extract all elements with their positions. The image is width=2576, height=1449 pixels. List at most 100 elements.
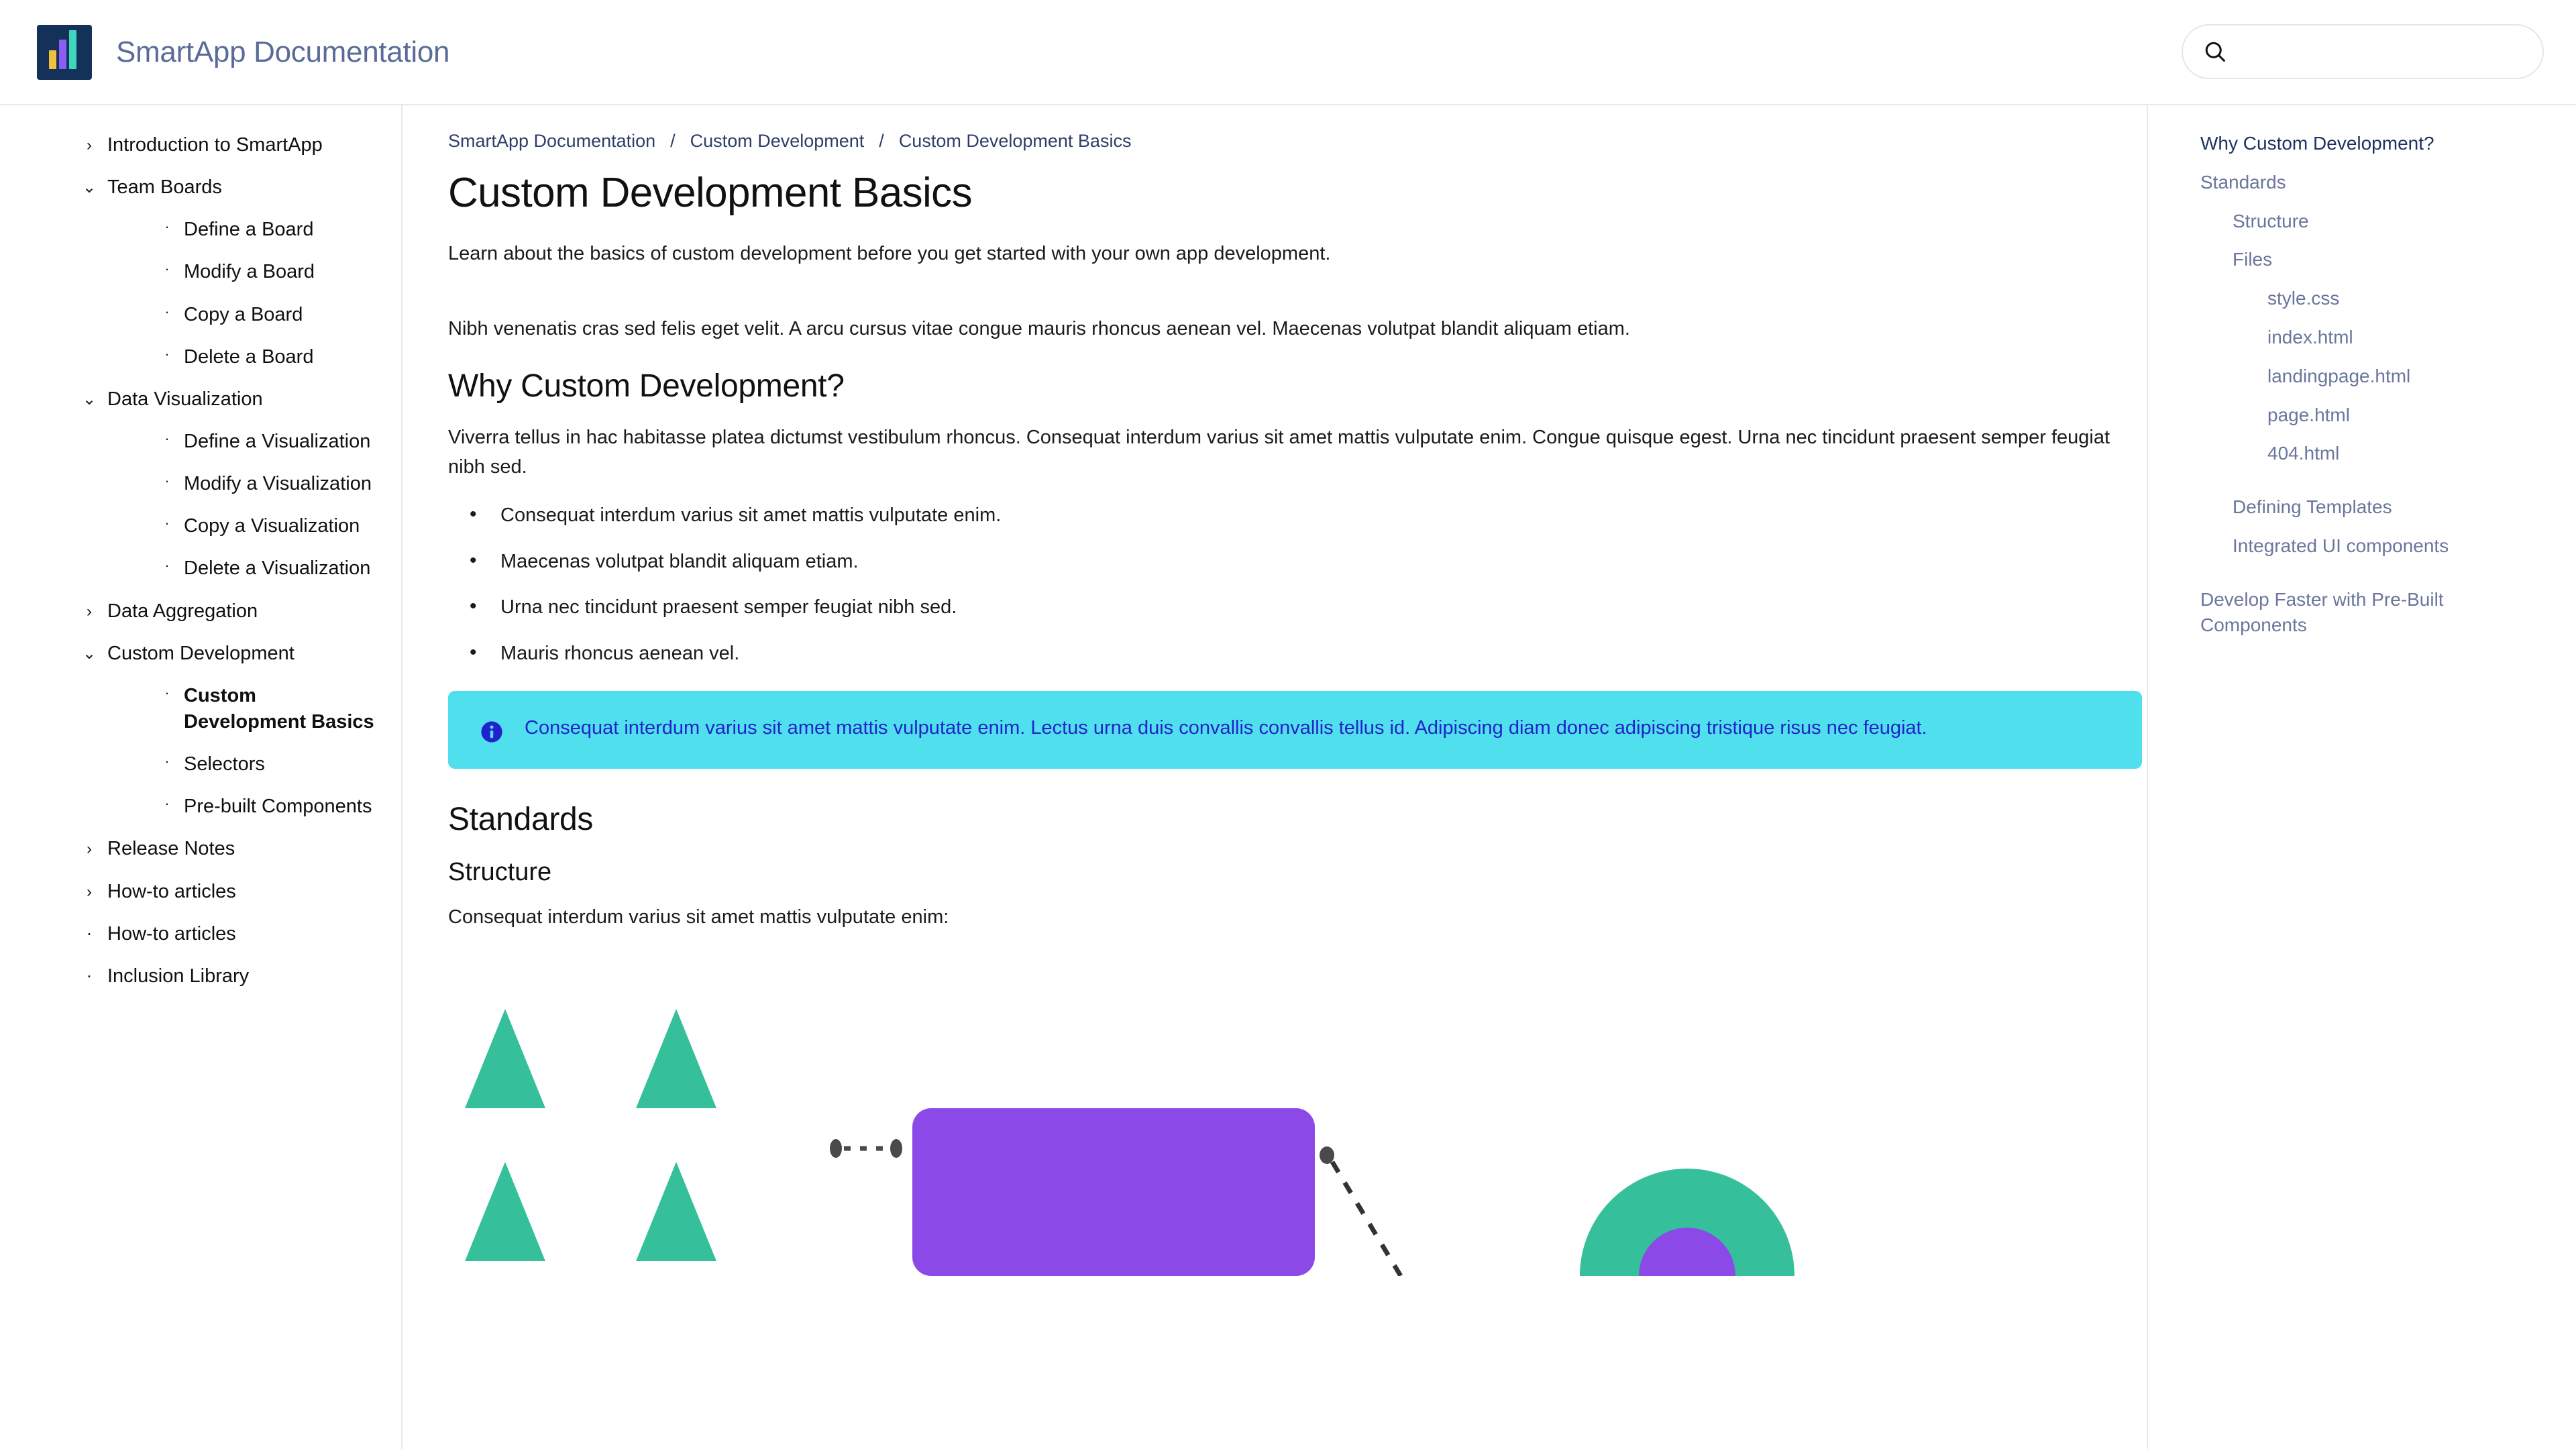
sidebar-item-inclusion-library[interactable]: · Inclusion Library bbox=[0, 955, 401, 998]
dot-icon: · bbox=[164, 429, 170, 447]
sidebar-item-data-aggregation[interactable]: › Data Aggregation bbox=[0, 590, 401, 633]
subsection-heading-structure: Structure bbox=[448, 858, 552, 887]
logo-bar-teal bbox=[69, 30, 76, 69]
sidebar-nav: › Introduction to SmartApp ⌄ Team Boards · De… bbox=[0, 105, 402, 1449]
sidebar-item-copy-a-board[interactable]: · Copy a Board bbox=[0, 294, 401, 336]
table-of-contents: Why Custom Development? Standards Structur… bbox=[2147, 105, 2576, 1449]
structure-diagram-svg bbox=[465, 1008, 1794, 1276]
chevron-down-icon: ⌄ bbox=[82, 644, 97, 663]
connector-endpoint bbox=[890, 1138, 902, 1158]
sidebar-item-pre-built-components[interactable]: · Pre-built Components bbox=[0, 786, 401, 828]
breadcrumb-item[interactable]: Custom Development Basics bbox=[899, 131, 1132, 152]
toc-item-page-html[interactable]: page.html bbox=[2200, 402, 2549, 428]
breadcrumb-separator: / bbox=[879, 131, 884, 151]
list-item: Maecenas volutpat blandit aliquam etiam. bbox=[448, 547, 2127, 576]
logo-bar-yellow bbox=[49, 50, 56, 69]
toc-item-defining-templates[interactable]: Defining Templates bbox=[2200, 494, 2549, 520]
toc-item-structure[interactable]: Structure bbox=[2200, 209, 2549, 234]
dot-icon: · bbox=[164, 795, 170, 812]
sidebar-item-label: Delete a Board bbox=[184, 345, 314, 368]
sidebar-item-label: Copy a Board bbox=[184, 303, 303, 325]
toc-item-develop-faster-with-pre-built-components[interactable]: Develop Faster with Pre-Built Components bbox=[2200, 587, 2549, 638]
info-callout: Consequat interdum varius sit amet matti… bbox=[448, 691, 2142, 769]
toc-item-landingpage-html[interactable]: landingpage.html bbox=[2200, 364, 2549, 389]
breadcrumb-item[interactable]: Custom Development bbox=[690, 131, 865, 152]
sidebar-item-selectors[interactable]: · Selectors bbox=[0, 743, 401, 786]
sidebar-item-label: Delete a Visualization bbox=[184, 557, 371, 580]
search-container[interactable] bbox=[2182, 24, 2544, 79]
dot-icon: · bbox=[164, 557, 170, 574]
dot-icon: · bbox=[164, 684, 170, 701]
sidebar-item-label: Introduction to SmartApp bbox=[107, 134, 323, 156]
dot-icon: · bbox=[164, 345, 170, 362]
intro-paragraph: Nibh venenatis cras sed felis eget velit… bbox=[448, 317, 1630, 339]
sidebar-item-label: Team Boards bbox=[107, 176, 222, 199]
list-item: Consequat interdum varius sit amet matti… bbox=[448, 500, 2127, 529]
sidebar-item-label: Modify a Visualization bbox=[184, 473, 372, 495]
toc-spacer bbox=[2200, 480, 2549, 494]
sidebar-item-release-notes[interactable]: › Release Notes bbox=[0, 828, 401, 870]
sidebar-item-how-to-articles[interactable]: · How-to articles bbox=[0, 913, 401, 955]
purple-rectangle bbox=[912, 1108, 1315, 1276]
sidebar-item-label: Selectors bbox=[184, 753, 265, 775]
sidebar-item-modify-a-board[interactable]: · Modify a Board bbox=[0, 251, 401, 293]
sidebar-item-label: Pre-built Components bbox=[184, 796, 372, 818]
sidebar-item-custom-development-basics[interactable]: · Custom Development Basics bbox=[0, 675, 401, 743]
toc-item-why-custom-development[interactable]: Why Custom Development? bbox=[2200, 131, 2549, 156]
sidebar-item-label: Release Notes bbox=[107, 838, 235, 860]
chevron-right-icon: › bbox=[87, 840, 92, 859]
sidebar-item-label: Data Visualization bbox=[107, 388, 263, 410]
chevron-right-icon: › bbox=[87, 882, 92, 901]
toc-item-files[interactable]: Files bbox=[2200, 247, 2549, 272]
sidebar-item-team-boards[interactable]: ⌄ Team Boards bbox=[0, 166, 401, 209]
sidebar-item-label: Modify a Board bbox=[184, 261, 315, 283]
sidebar-item-define-a-visualization[interactable]: · Define a Visualization bbox=[0, 421, 401, 463]
chevron-right-icon: › bbox=[87, 136, 92, 154]
sidebar-item-label: Copy a Visualization bbox=[184, 515, 360, 537]
sidebar-item-define-a-board[interactable]: · Define a Board bbox=[0, 209, 401, 251]
toc-item-integrated-ui-components[interactable]: Integrated UI components bbox=[2200, 533, 2549, 559]
search-input[interactable] bbox=[2237, 41, 2505, 62]
bar-chart-logo bbox=[37, 24, 92, 80]
sidebar-item-delete-a-visualization[interactable]: · Delete a Visualization bbox=[0, 547, 401, 590]
main-content: SmartApp Documentation / Custom Developmen… bbox=[402, 105, 2147, 1449]
dot-icon: · bbox=[86, 922, 93, 943]
brand[interactable]: SmartApp Documentation bbox=[37, 24, 450, 80]
sidebar-item-modify-a-visualization[interactable]: · Modify a Visualization bbox=[0, 463, 401, 505]
connector-endpoint bbox=[1320, 1146, 1334, 1164]
page-layout: › Introduction to SmartApp ⌄ Team Boards · De… bbox=[0, 105, 2576, 1449]
list-item: Urna nec tincidunt praesent semper feugi… bbox=[448, 592, 2127, 621]
triangle-shape bbox=[636, 1008, 716, 1108]
info-icon bbox=[481, 721, 502, 743]
sidebar-item-label: Define a Board bbox=[184, 219, 314, 241]
toc-item-standards[interactable]: Standards bbox=[2200, 170, 2549, 195]
page-title: Custom Development Basics bbox=[448, 170, 973, 216]
dot-icon: · bbox=[164, 303, 170, 320]
breadcrumb-item[interactable]: SmartApp Documentation bbox=[448, 131, 655, 152]
dot-icon: · bbox=[86, 965, 93, 985]
sidebar-item-data-visualization[interactable]: ⌄ Data Visualization bbox=[0, 378, 401, 421]
sidebar-item-label: Custom Development Basics bbox=[184, 684, 374, 733]
dot-icon: · bbox=[164, 472, 170, 490]
app-header: SmartApp Documentation bbox=[0, 0, 2576, 105]
sidebar-item-custom-development[interactable]: ⌄ Custom Development bbox=[0, 633, 401, 675]
toc-item-index-html[interactable]: index.html bbox=[2200, 325, 2549, 350]
section-heading-why: Why Custom Development? bbox=[448, 368, 845, 404]
sidebar-item-how-to-articles[interactable]: › How-to articles bbox=[0, 871, 401, 913]
dot-icon: · bbox=[164, 515, 170, 532]
toc-item-404-html[interactable]: 404.html bbox=[2200, 441, 2549, 466]
triangle-shape bbox=[465, 1008, 545, 1108]
triangle-shape bbox=[465, 1161, 545, 1261]
toc-spacer bbox=[2200, 572, 2549, 587]
toc-item-style-css[interactable]: style.css bbox=[2200, 286, 2549, 311]
connector-endpoint bbox=[830, 1138, 842, 1158]
sidebar-item-delete-a-board[interactable]: · Delete a Board bbox=[0, 336, 401, 378]
search-box[interactable] bbox=[2182, 24, 2544, 79]
sidebar-item-introduction-to-smartapp[interactable]: › Introduction to SmartApp bbox=[0, 124, 401, 166]
dot-icon: · bbox=[164, 260, 170, 278]
sidebar-item-label: How-to articles bbox=[107, 922, 236, 945]
sidebar-item-copy-a-visualization[interactable]: · Copy a Visualization bbox=[0, 505, 401, 547]
dot-icon: · bbox=[164, 218, 170, 235]
section-heading-standards: Standards bbox=[448, 802, 594, 838]
structure-diagram bbox=[448, 994, 2139, 1276]
